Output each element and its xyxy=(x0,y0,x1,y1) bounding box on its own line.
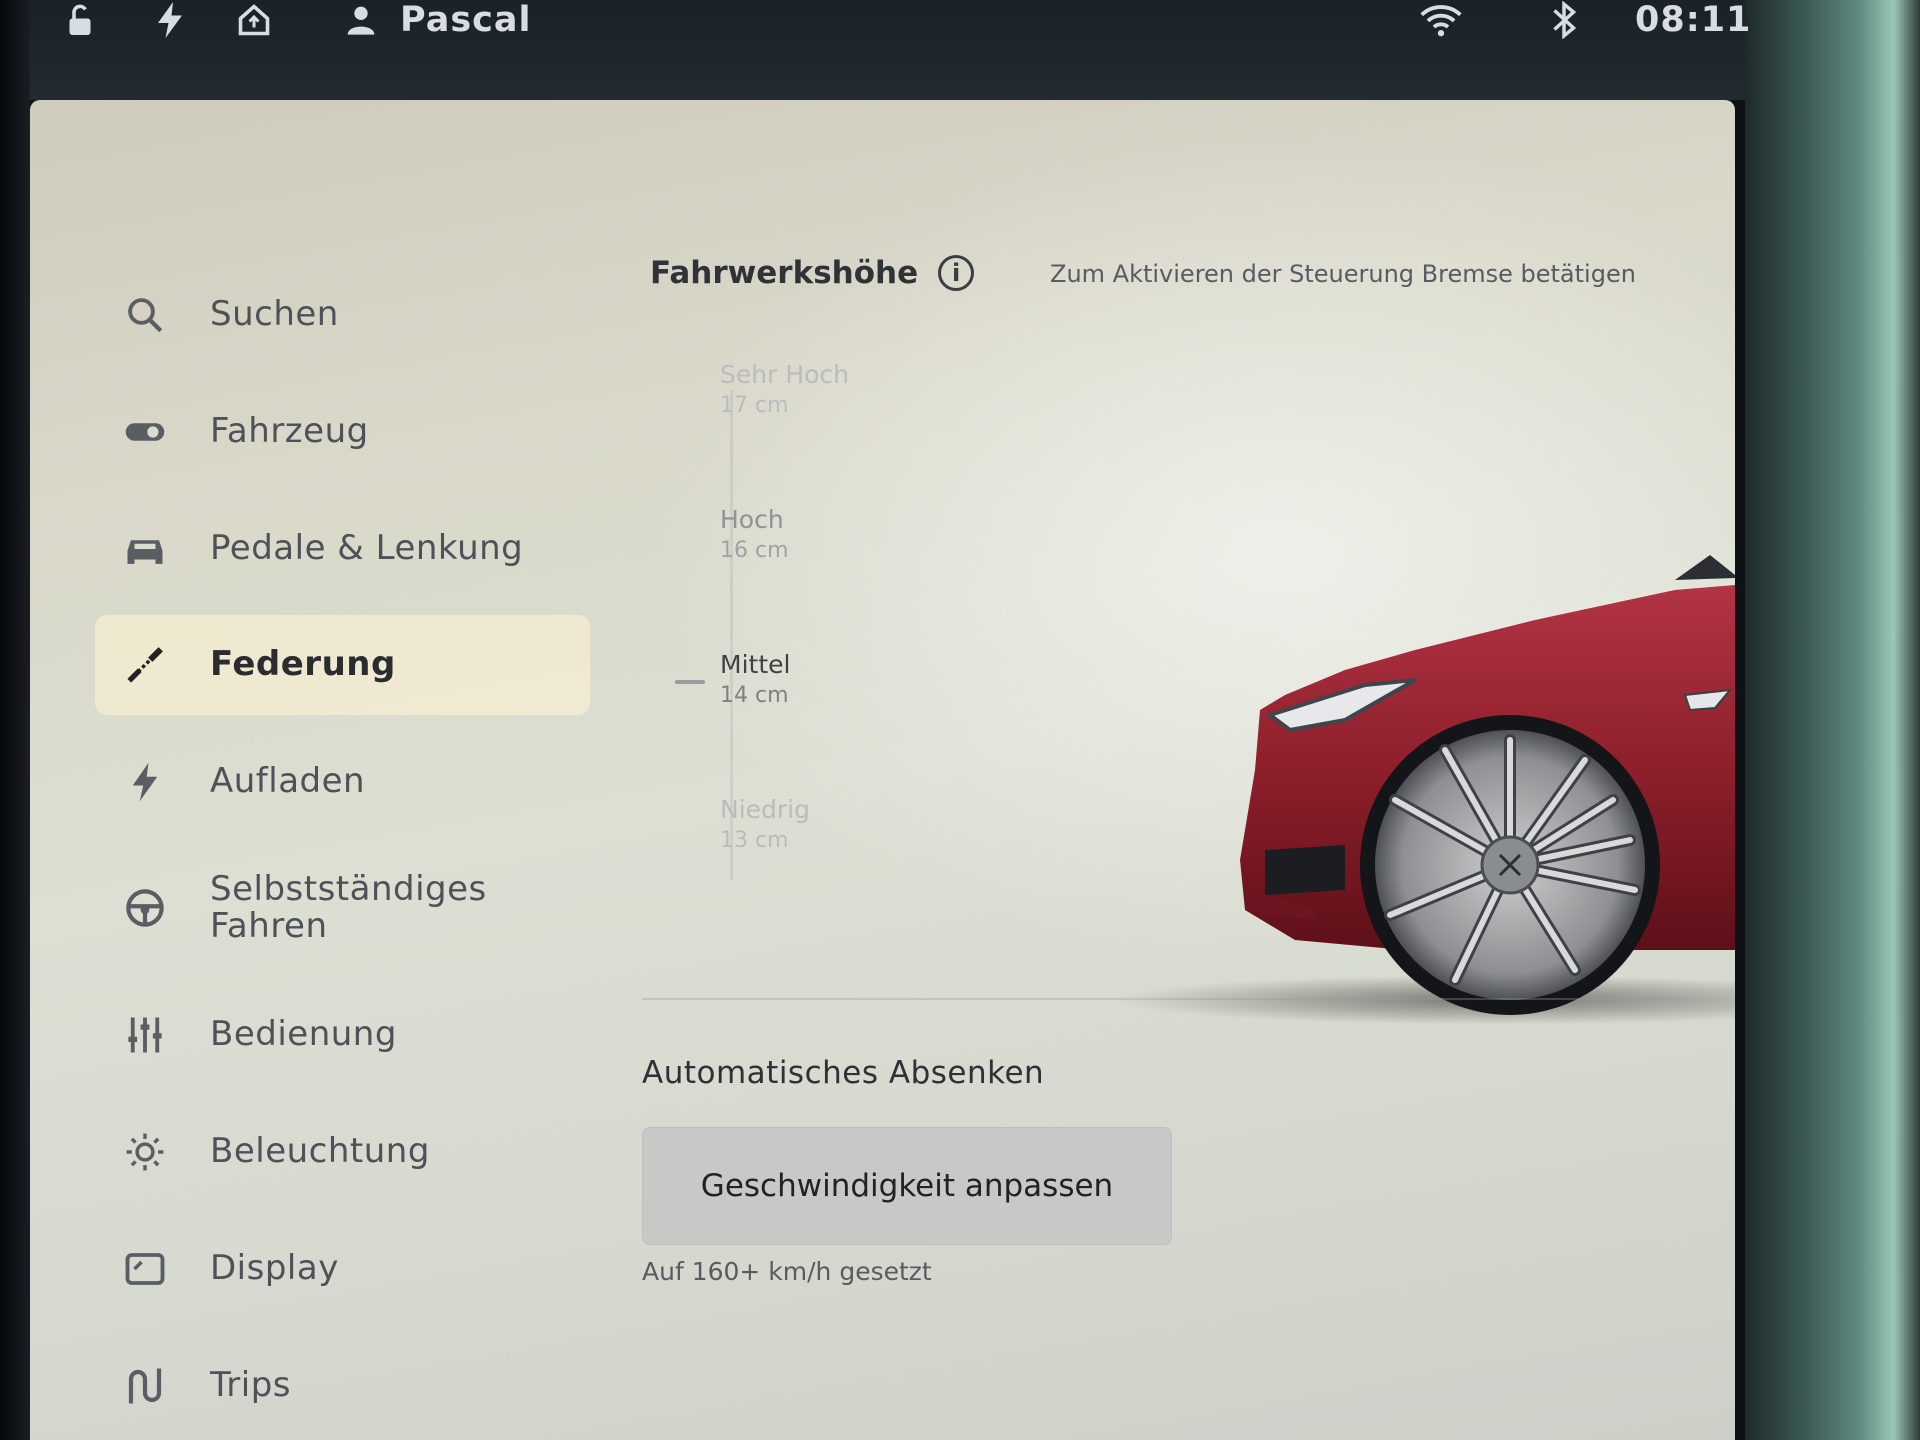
wifi-icon[interactable] xyxy=(1420,0,1462,40)
sidebar-item-fahrzeug[interactable]: Fahrzeug xyxy=(95,382,590,482)
level-name: Mittel xyxy=(720,650,791,679)
level-height: 14 cm xyxy=(720,683,789,708)
sidebar-item-label: Bedienung xyxy=(210,1014,397,1055)
clock: 08:11 xyxy=(1635,0,1752,40)
brake-hint: Zum Aktivieren der Steuerung Bremse betä… xyxy=(1050,260,1636,288)
level-name: Hoch xyxy=(720,505,784,534)
section-divider xyxy=(642,998,1687,1000)
ride-height-option-sehr-hoch[interactable]: Sehr Hoch 17 cm xyxy=(720,360,980,418)
car-icon xyxy=(115,519,175,579)
status-bar: Pascal 08:11 xyxy=(30,0,1750,100)
level-height: 17 cm xyxy=(720,393,789,418)
suspension-icon xyxy=(115,635,175,695)
sidebar-item-selbststaendiges-fahren[interactable]: Selbstständiges Fahren xyxy=(95,853,590,963)
sidebar-item-label: Display xyxy=(210,1248,339,1289)
info-icon[interactable]: i xyxy=(938,255,975,291)
bolt-icon xyxy=(115,752,175,812)
sidebar-item-label: Federung xyxy=(210,644,396,685)
bluetooth-icon[interactable] xyxy=(1550,0,1578,40)
sidebar-item-label: Aufladen xyxy=(210,761,366,802)
sidebar-item-label: Beleuchtung xyxy=(210,1131,430,1172)
sidebar-item-label: Fahrzeug xyxy=(210,411,369,452)
sidebar-item-beleuchtung[interactable]: Beleuchtung xyxy=(95,1102,590,1202)
level-height: 16 cm xyxy=(720,538,789,563)
ride-height-selected-marker xyxy=(675,680,705,684)
search-icon xyxy=(115,285,175,345)
level-name: Sehr Hoch xyxy=(720,360,850,389)
ride-height-option-mittel[interactable]: Mittel 14 cm xyxy=(720,650,980,708)
ride-height-title-text: Fahrwerkshöhe xyxy=(650,255,919,291)
sidebar-item-display[interactable]: Display xyxy=(95,1219,590,1319)
ride-height-title: Fahrwerkshöhe i xyxy=(650,255,975,291)
user-icon[interactable] xyxy=(345,0,377,40)
sidebar-item-trips[interactable]: Trips xyxy=(95,1336,590,1436)
ride-height-option-niedrig[interactable]: Niedrig 13 cm xyxy=(720,795,980,853)
sidebar-item-label: Selbstständiges xyxy=(210,868,487,909)
sidebar-item-label: Suchen xyxy=(210,294,339,335)
sun-icon xyxy=(115,1122,175,1182)
sidebar-item-aufladen[interactable]: Aufladen xyxy=(95,732,590,832)
auto-lower-title: Automatisches Absenken xyxy=(642,1055,1045,1091)
trips-icon xyxy=(115,1356,175,1416)
sidebar-item-label-line2: Fahren xyxy=(210,906,328,946)
ride-height-option-hoch[interactable]: Hoch 16 cm xyxy=(720,505,980,563)
car-front-image xyxy=(1115,555,1735,1025)
home-icon[interactable] xyxy=(235,0,273,40)
settings-screen: Suchen Fahrzeug Pedale & Lenkung Federun… xyxy=(30,100,1735,1440)
sidebar-item-federung[interactable]: Federung xyxy=(95,615,590,715)
sidebar-item-pedale-lenkung[interactable]: Pedale & Lenkung xyxy=(95,499,590,599)
display-icon xyxy=(115,1239,175,1299)
steering-wheel-icon xyxy=(115,878,175,938)
level-name: Niedrig xyxy=(720,795,810,824)
sidebar-item-label: Trips xyxy=(210,1365,291,1406)
level-height: 13 cm xyxy=(720,828,789,853)
adjust-speed-button[interactable]: Geschwindigkeit anpassen xyxy=(642,1127,1172,1245)
bolt-icon[interactable] xyxy=(155,0,185,40)
screen-bezel-left xyxy=(0,0,30,1440)
screen-bezel-right xyxy=(1745,0,1920,1440)
auto-lower-speed-note: Auf 160+ km/h gesetzt xyxy=(642,1257,932,1286)
sidebar-item-bedienung[interactable]: Bedienung xyxy=(95,985,590,1085)
sidebar-item-label: Pedale & Lenkung xyxy=(210,528,524,569)
user-name[interactable]: Pascal xyxy=(400,0,532,40)
unlock-icon[interactable] xyxy=(65,0,101,40)
toggle-icon xyxy=(115,402,175,462)
sliders-icon xyxy=(115,1005,175,1065)
sidebar-item-suchen[interactable]: Suchen xyxy=(95,265,590,365)
